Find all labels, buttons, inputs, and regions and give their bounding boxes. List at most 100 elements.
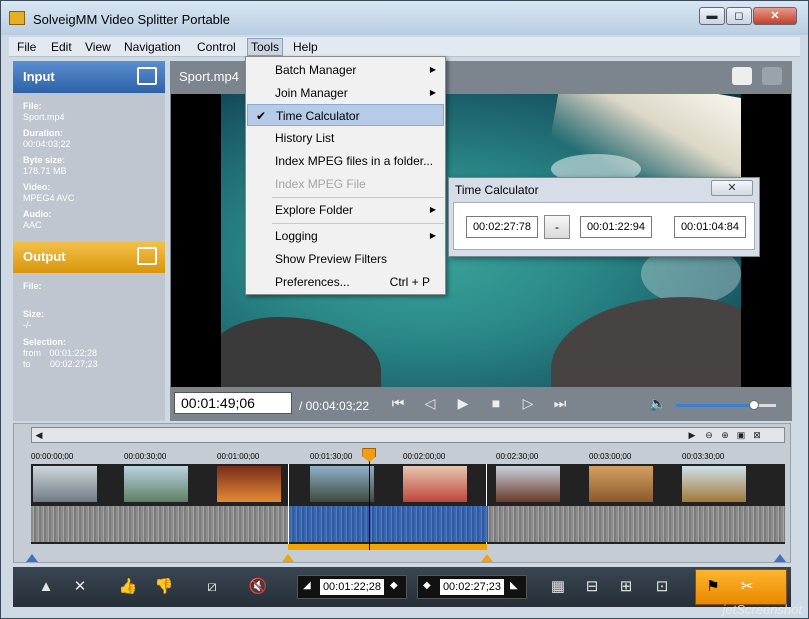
input-file-info: File: Sport.mp4 [23, 101, 65, 123]
menu-edit[interactable]: Edit [51, 40, 72, 54]
menu-navigation[interactable]: Navigation [124, 40, 181, 54]
input-header[interactable]: Input [13, 61, 165, 93]
submenu-arrow-icon: ▶ [429, 205, 436, 214]
stop-icon[interactable]: ■ [487, 394, 505, 412]
menu-item-index-mpeg-folder[interactable]: Index MPEG files in a folder... [247, 150, 444, 172]
menu-tools[interactable]: Tools [247, 38, 284, 56]
menu-control[interactable]: Control [197, 40, 236, 54]
menu-separator [272, 197, 444, 198]
tick-label: 00:02:30;00 [496, 452, 539, 461]
thumbnail [33, 466, 97, 502]
input-audio-info: Audio: AAC [23, 209, 52, 231]
timeline-scrollbar[interactable]: ◀ ▶ ⊖ ⊕ ▣ ⊠ [31, 427, 785, 443]
film-icon[interactable]: ▦ [547, 577, 569, 597]
output-title: Output [23, 249, 66, 264]
thumbnail [217, 466, 281, 502]
end-time-value[interactable]: 00:02:27;23 [440, 579, 504, 595]
end-time-box[interactable]: ◆ 00:02:27;23 ◣ [417, 575, 527, 599]
current-time-field[interactable]: 00:01:49;06 [174, 392, 292, 414]
menu-item-index-mpeg-file: Index MPEG File [247, 173, 444, 195]
step-forward-icon[interactable]: ▷ [519, 394, 537, 412]
batch-icon[interactable]: ⊡ [651, 577, 673, 597]
menu-item-label: Index MPEG files in a folder... [275, 154, 434, 168]
time-calculator-close-button[interactable]: ✕ [711, 180, 753, 196]
duration-label: Duration: [23, 128, 63, 138]
bytesize-label: Byte size: [23, 155, 66, 165]
operation-button[interactable]: - [544, 215, 570, 239]
scroll-left-icon[interactable]: ◀ [32, 428, 46, 442]
scroll-right-icon[interactable]: ▶ [685, 428, 699, 442]
thumbnail [124, 466, 188, 502]
start-time-value[interactable]: 00:01:22;28 [320, 579, 384, 595]
time-b-field[interactable]: 00:01:22:94 [580, 216, 652, 238]
volume-slider[interactable] [676, 400, 776, 410]
add-marker-icon[interactable]: ▲ [35, 577, 57, 597]
zoom-fit-icon[interactable]: ▣ [734, 428, 748, 442]
menu-item-batch-manager[interactable]: Batch Manager ▶ [247, 59, 444, 81]
timeline-end-marker[interactable] [774, 554, 786, 562]
start-time-spin-icon[interactable]: ◆ [390, 580, 398, 591]
menu-item-history-list[interactable]: History List [247, 127, 444, 149]
selection-start-marker[interactable] [281, 554, 294, 562]
zoom-out-icon[interactable]: ⊖ [702, 428, 716, 442]
tick-label: 00:00:30;00 [124, 452, 167, 461]
save-cut-button[interactable]: ⚑ ✂ [695, 569, 787, 605]
file-label: File: [23, 101, 42, 111]
menu-item-preferences[interactable]: Preferences... Ctrl + P [247, 271, 444, 293]
start-time-box[interactable]: ◢ 00:01:22;28 ◆ [297, 575, 407, 599]
menu-item-label: History List [275, 131, 335, 145]
output-selection-info: Selection: from 00:01:22;28 to 00:02:27;… [23, 337, 98, 370]
end-time-spin-icon[interactable]: ◆ [423, 580, 431, 591]
volume-icon[interactable]: 🔈 [649, 394, 667, 412]
set-start-icon[interactable]: ◢ [303, 580, 311, 591]
invert-selection-icon[interactable]: ⧄ [201, 577, 223, 597]
menu-help[interactable]: Help [293, 40, 318, 54]
selection-end-marker[interactable] [481, 554, 494, 562]
go-end-icon[interactable]: ⏭ [551, 394, 569, 412]
close-button[interactable]: ✕ [753, 7, 797, 25]
menu-item-label: Time Calculator [276, 109, 360, 123]
minimize-button[interactable]: ▬ [699, 7, 725, 25]
menu-separator [272, 223, 444, 224]
output-header[interactable]: Output [13, 241, 165, 273]
menu-file[interactable]: File [17, 40, 36, 54]
remove-marker-icon[interactable]: ✕ [69, 577, 91, 597]
split-icon[interactable]: ⊟ [581, 577, 603, 597]
go-start-icon[interactable]: ⏮ [389, 394, 407, 412]
bottom-toolbar: ▲ ✕ 👍 👎 ⧄ 🔇 ◢ 00:01:22;28 ◆ ◆ 00:02:27;2… [13, 567, 791, 607]
window-title: SolveigMM Video Splitter Portable [33, 12, 231, 27]
timeline-start-marker[interactable] [26, 554, 38, 562]
mute-icon[interactable]: 🔇 [247, 577, 269, 597]
duration-label: / 00:04:03;22 [299, 399, 370, 413]
timeline-strip[interactable] [31, 464, 785, 544]
thumbs-up-icon[interactable]: 👍 [117, 577, 139, 597]
folder-icon[interactable] [137, 67, 157, 85]
menu-item-explore-folder[interactable]: Explore Folder ▶ [247, 199, 444, 221]
menu-item-logging[interactable]: Logging ▶ [247, 225, 444, 247]
maximize-button[interactable]: ◻ [726, 7, 752, 25]
snapshot-icon[interactable] [732, 67, 752, 85]
volume-knob[interactable] [749, 400, 759, 410]
play-icon[interactable]: ▶ [454, 394, 472, 412]
snapshot-folder-icon[interactable] [762, 67, 782, 85]
menu-item-time-calculator[interactable]: ✔ Time Calculator [247, 104, 444, 126]
step-back-icon[interactable]: ◁ [421, 394, 439, 412]
thumbs-down-icon[interactable]: 👎 [153, 577, 175, 597]
set-end-icon[interactable]: ◣ [510, 580, 518, 591]
zoom-in-icon[interactable]: ⊕ [718, 428, 732, 442]
audio-value: AAC [23, 220, 42, 230]
split-all-icon[interactable]: ⊞ [615, 577, 637, 597]
menu-item-show-preview-filters[interactable]: Show Preview Filters [247, 248, 444, 270]
left-panel: Input File: Sport.mp4 Duration: 00:04:03… [13, 61, 165, 421]
timeline-panel: ◀ ▶ ⊖ ⊕ ▣ ⊠ 00:00:00;00 00:00:30;00 00:0… [13, 423, 791, 563]
menu-item-label: Show Preview Filters [275, 252, 388, 266]
selection-range[interactable] [287, 464, 489, 544]
zoom-all-icon[interactable]: ⊠ [750, 428, 764, 442]
time-a-field[interactable]: 00:02:27:78 [466, 216, 538, 238]
menu-item-label: Join Manager [275, 86, 348, 100]
video-label: Video: [23, 182, 51, 192]
menu-view[interactable]: View [85, 40, 111, 54]
menu-item-label: Batch Manager [275, 63, 357, 77]
menu-item-join-manager[interactable]: Join Manager ▶ [247, 82, 444, 104]
save-icon[interactable] [137, 247, 157, 265]
